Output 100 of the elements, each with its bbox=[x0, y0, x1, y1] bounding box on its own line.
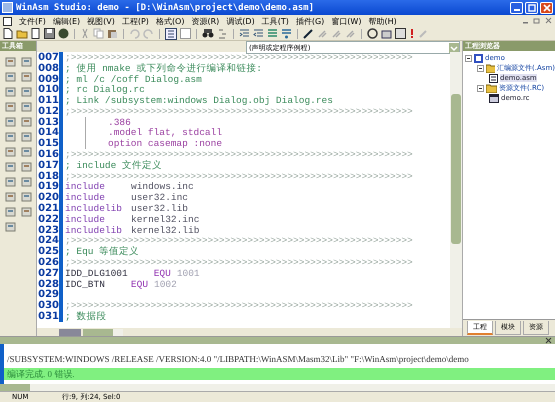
code-line: ; Link /subsystem:windows Dialog.obj Dialog.res bbox=[65, 95, 333, 106]
paste-icon[interactable] bbox=[107, 28, 118, 39]
code-line: ;>>>>>>>>>>>>>>>>>>>>>>>>>>>>>>>>>>>>>>>>>>>>>>>>>>>>>>>>>>>> bbox=[65, 257, 413, 268]
binoculars-icon[interactable] bbox=[202, 28, 214, 39]
control-icon[interactable] bbox=[20, 72, 32, 82]
folder-icon bbox=[486, 84, 497, 92]
menu-item[interactable]: 调试(D) bbox=[226, 16, 255, 26]
code-text: user32.lib bbox=[131, 203, 188, 214]
code-text: IDD_DLG1001 bbox=[65, 268, 128, 279]
code-line: ; Equ 等值定义 bbox=[65, 245, 140, 258]
vertical-scrollbar[interactable] bbox=[450, 52, 462, 328]
code-line: ; 数据段 bbox=[65, 310, 106, 324]
page-icon[interactable] bbox=[31, 28, 41, 39]
cut-icon[interactable] bbox=[80, 28, 90, 39]
code-keyword: include bbox=[65, 192, 106, 204]
code-line: ;>>>>>>>>>>>>>>>>>>>>>>>>>>>>>>>>>>>>>>>>>>>>>>>>>>>>>>>>>>>> bbox=[65, 106, 413, 117]
close-button[interactable] bbox=[540, 2, 553, 14]
menu-item[interactable]: 视图(V) bbox=[87, 16, 115, 26]
menu-item[interactable]: 格式(O) bbox=[156, 16, 184, 26]
control-icon[interactable] bbox=[4, 222, 16, 232]
control-icon[interactable] bbox=[4, 57, 16, 67]
control-icon[interactable] bbox=[20, 147, 32, 157]
line-number: 008 bbox=[37, 62, 59, 74]
control-icon[interactable] bbox=[20, 57, 32, 67]
compile-icon[interactable] bbox=[381, 28, 392, 39]
control-icon[interactable] bbox=[4, 147, 16, 157]
control-icon[interactable] bbox=[20, 132, 32, 142]
code-keyword: includelib bbox=[65, 224, 124, 236]
exclamation-icon[interactable] bbox=[409, 28, 415, 39]
line-number: 027 bbox=[37, 268, 59, 279]
line-number: 015 bbox=[37, 138, 59, 150]
line-number: 010 bbox=[37, 84, 59, 96]
line-number: 023 bbox=[37, 224, 59, 236]
menu-item[interactable]: 工具(T) bbox=[262, 16, 289, 26]
indent-right-icon[interactable] bbox=[239, 28, 250, 39]
maximize-button[interactable] bbox=[525, 2, 538, 14]
minimize-button[interactable] bbox=[510, 2, 523, 14]
bookmark-icon[interactable] bbox=[331, 28, 342, 39]
close-icon[interactable] bbox=[545, 337, 552, 344]
line-number: 022 bbox=[37, 214, 59, 225]
uncomment-icon[interactable] bbox=[281, 28, 292, 39]
file-icon bbox=[489, 74, 498, 82]
indent-icon[interactable] bbox=[165, 28, 177, 40]
mdi-controls-icon[interactable] bbox=[522, 17, 552, 25]
output-line: /SUBSYSTEM:WINDOWS /RELEASE /VERSION:4.0 "/LIBPATH:\WinASM\Masm32\Lib" "F:\WinAsm\project\demo\demo bbox=[6, 353, 470, 365]
code-line: .model flat, stdcall bbox=[108, 127, 222, 138]
copy-icon[interactable] bbox=[93, 28, 104, 39]
code-keyword: EQU bbox=[130, 278, 148, 290]
menu-item[interactable]: 编辑(E) bbox=[52, 16, 80, 26]
pen-icon[interactable] bbox=[303, 28, 314, 39]
bookmark-icon[interactable] bbox=[345, 28, 356, 39]
code-line: ;>>>>>>>>>>>>>>>>>>>>>>>>>>>>>>>>>>>>>>>>>>>>>>>>>>>>>>>>>>>> bbox=[65, 235, 413, 246]
control-icon[interactable] bbox=[20, 177, 32, 187]
expander-icon[interactable] bbox=[477, 64, 484, 72]
line-number: 013 bbox=[37, 116, 59, 128]
line-number: 029 bbox=[37, 289, 59, 300]
open-folder-icon[interactable] bbox=[16, 28, 28, 39]
new-file-icon[interactable] bbox=[3, 28, 13, 39]
control-icon[interactable] bbox=[4, 177, 16, 187]
control-icon[interactable] bbox=[20, 207, 32, 217]
expander-icon[interactable] bbox=[477, 84, 484, 92]
horizontal-scrollbar[interactable] bbox=[0, 384, 555, 391]
menu-item[interactable]: 窗口(W) bbox=[331, 16, 362, 26]
menu-item[interactable]: 插件(G) bbox=[296, 16, 324, 26]
window-icon[interactable] bbox=[180, 28, 191, 39]
menu-item[interactable]: 工程(P) bbox=[122, 16, 149, 26]
control-icon[interactable] bbox=[20, 117, 32, 127]
expander-icon[interactable] bbox=[465, 54, 472, 62]
menu-item[interactable]: 文件(F) bbox=[19, 16, 46, 26]
control-icon[interactable] bbox=[20, 192, 32, 202]
control-icon[interactable] bbox=[4, 87, 16, 97]
horizontal-scrollbar[interactable] bbox=[83, 328, 123, 336]
maximize-icon bbox=[528, 4, 536, 12]
minimize-icon bbox=[514, 9, 520, 11]
control-icon[interactable] bbox=[20, 102, 32, 112]
link-icon[interactable] bbox=[395, 28, 406, 39]
code-line: ;>>>>>>>>>>>>>>>>>>>>>>>>>>>>>>>>>>>>>>>>>>>>>>>>>>>>>>>>>>>> bbox=[65, 52, 413, 63]
code-text: kernel32.inc bbox=[131, 214, 200, 225]
control-icon[interactable] bbox=[4, 102, 16, 112]
line-number: 025 bbox=[37, 246, 59, 258]
line-number: 019 bbox=[37, 181, 59, 192]
control-icon[interactable] bbox=[20, 162, 32, 172]
line-number: 012 bbox=[37, 106, 59, 117]
control-icon[interactable] bbox=[4, 192, 16, 202]
code-keyword: includelib bbox=[65, 203, 124, 214]
code-line: ; ml /c /coff Dialog.asm bbox=[65, 74, 202, 84]
line-number: 018 bbox=[37, 170, 59, 182]
menu-item[interactable]: 资源(R) bbox=[191, 16, 220, 26]
control-icon[interactable] bbox=[20, 87, 32, 97]
control-icon[interactable] bbox=[4, 117, 16, 127]
comment-icon[interactable] bbox=[267, 28, 278, 39]
code-keyword: include bbox=[65, 181, 106, 192]
control-icon[interactable] bbox=[4, 132, 16, 142]
menu-item[interactable]: 帮助(H) bbox=[368, 16, 397, 26]
control-icon[interactable] bbox=[4, 72, 16, 82]
code-line: .386 bbox=[108, 116, 131, 128]
save-icon[interactable] bbox=[44, 28, 55, 39]
control-icon[interactable] bbox=[4, 162, 16, 172]
outdent-icon[interactable] bbox=[253, 28, 264, 39]
control-icon[interactable] bbox=[4, 207, 16, 217]
